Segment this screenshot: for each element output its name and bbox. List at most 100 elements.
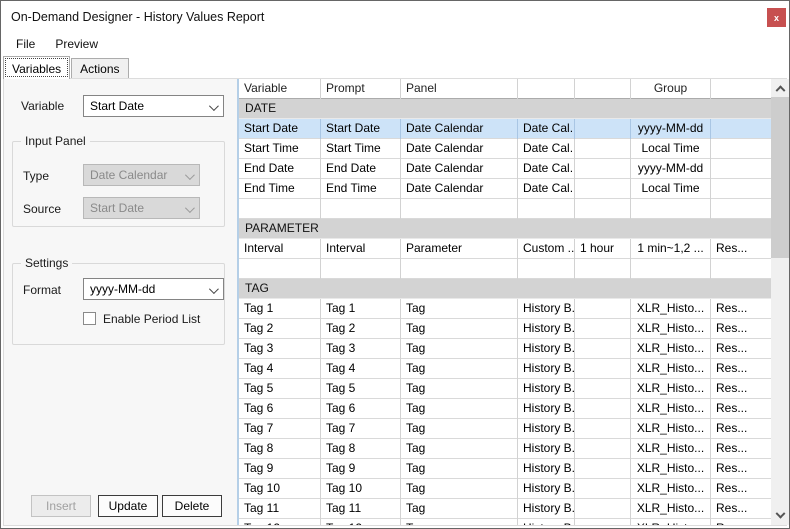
table-cell: yyyy-MM-dd [631,159,711,179]
table-row[interactable] [239,199,771,219]
table-cell: 1 hour [575,239,631,259]
variable-label: Variable [21,99,65,113]
table-row[interactable]: Tag 11Tag 11TagHistory B...XLR_Histo...R… [239,499,771,519]
table-row[interactable]: Start Time Start Time Date Calendar Date Ca… [239,139,771,159]
input-panel-title: Input Panel [21,134,90,148]
table-cell: History B... [518,359,575,379]
table-cell: XLR_Histo... [631,479,711,499]
table-cell: Tag 8 [321,439,401,459]
table-cell: Tag [401,419,518,439]
enable-period-list-checkbox[interactable] [83,312,96,325]
table-cell: History B... [518,459,575,479]
table-cell: Date Cal... [518,159,575,179]
table-cell [575,399,631,419]
variables-grid: Variable Prompt Panel Group DATE Start Date S… [237,79,771,525]
table-cell: Tag [401,359,518,379]
column-header-blank-4[interactable] [575,79,631,99]
table-cell [401,199,518,219]
column-header-prompt[interactable]: Prompt [321,79,401,99]
section-row-tag: TAG [239,279,771,299]
column-header-panel[interactable]: Panel [401,79,518,99]
table-row[interactable]: Interval Interval Parameter Custom ... 1 hou… [239,239,771,259]
table-row[interactable]: End Time End Time Date Calendar Date Cal...… [239,179,771,199]
table-cell: XLR_Histo... [631,459,711,479]
menu-file[interactable]: File [6,34,45,54]
grid-body: DATE Start Date Start Date Date Calendar Dat… [239,99,771,525]
table-cell: Tag 12 [239,519,321,525]
table-cell: Tag 9 [321,459,401,479]
table-cell [575,199,631,219]
table-row[interactable]: Tag 2Tag 2TagHistory B...XLR_Histo...Res… [239,319,771,339]
table-row[interactable]: Tag 1Tag 1TagHistory B...XLR_Histo...Res… [239,299,771,319]
scrollbar-thumb[interactable] [771,97,789,258]
table-cell: End Time [321,179,401,199]
table-cell [711,139,771,159]
table-row[interactable] [239,259,771,279]
scroll-down-button[interactable] [771,508,789,525]
table-cell [575,259,631,279]
table-cell: Tag 5 [321,379,401,399]
source-combobox: Start Date [83,197,200,219]
table-row[interactable]: Tag 4Tag 4TagHistory B...XLR_Histo...Res… [239,359,771,379]
update-button[interactable]: Update [98,495,158,517]
menu-preview[interactable]: Preview [45,34,108,54]
table-cell: Tag 5 [239,379,321,399]
table-row[interactable]: Tag 3Tag 3TagHistory B...XLR_Histo...Res… [239,339,771,359]
column-header-variable[interactable]: Variable [239,79,321,99]
tab-variables[interactable]: Variables [3,56,71,79]
table-cell: Tag [401,479,518,499]
table-cell: XLR_Histo... [631,299,711,319]
table-cell: Tag [401,439,518,459]
variable-combobox[interactable]: Start Date [83,95,224,117]
table-row[interactable]: Start Date Start Date Date Calendar Date Ca… [239,119,771,139]
scroll-up-button[interactable] [771,79,789,96]
table-cell [321,259,401,279]
table-cell: Res... [716,461,748,475]
table-row[interactable]: Tag 5Tag 5TagHistory B...XLR_Histo...Res… [239,379,771,399]
tab-actions[interactable]: Actions [71,58,129,78]
table-cell [575,479,631,499]
column-header-blank-6[interactable] [711,79,771,99]
table-cell: History B... [518,399,575,419]
table-row[interactable]: Tag 8Tag 8TagHistory B...XLR_Histo...Res… [239,439,771,459]
table-cell: Res... [716,241,748,255]
table-cell: Tag 1 [321,299,401,319]
format-combobox[interactable]: yyyy-MM-dd [83,278,224,300]
table-cell: Tag [401,459,518,479]
table-row[interactable]: Tag 6Tag 6TagHistory B...XLR_Histo...Res… [239,399,771,419]
table-cell: XLR_Histo... [631,419,711,439]
table-cell: History B... [518,479,575,499]
table-cell: Date Calendar [401,159,518,179]
table-cell: History B... [518,339,575,359]
table-cell: Date Cal... [518,179,575,199]
column-header-group[interactable]: Group [631,79,711,99]
table-cell: XLR_Histo... [631,439,711,459]
vertical-scrollbar[interactable] [771,79,789,525]
source-combobox-value: Start Date [90,201,145,215]
table-row[interactable]: Tag 12Tag 12TagHistory B...XLR_Histo...R… [239,519,771,525]
table-cell: XLR_Histo... [631,399,711,419]
table-cell: Start Time [239,139,321,159]
table-row[interactable]: End Date End Date Date Calendar Date Cal...… [239,159,771,179]
table-cell: Tag [401,339,518,359]
table-row[interactable]: Tag 7Tag 7TagHistory B...XLR_Histo...Res… [239,419,771,439]
table-cell: Res... [716,421,748,435]
table-cell: Tag 11 [239,499,321,519]
table-row[interactable]: Tag 9Tag 9TagHistory B...XLR_Histo...Res… [239,459,771,479]
table-cell [711,159,771,179]
close-icon: x [773,12,779,23]
delete-button[interactable]: Delete [162,495,222,517]
table-cell: History B... [518,379,575,399]
table-cell: History B... [518,499,575,519]
table-cell: XLR_Histo... [631,379,711,399]
grid-header-row: Variable Prompt Panel Group [239,79,771,99]
table-cell: Tag 7 [239,419,321,439]
table-row[interactable]: Tag 10Tag 10TagHistory B...XLR_Histo...R… [239,479,771,499]
source-label: Source [23,202,62,216]
table-cell: Tag 2 [321,319,401,339]
table-cell [575,339,631,359]
table-cell: Tag 12 [321,519,401,525]
close-button[interactable]: x [767,8,786,27]
column-header-blank-3[interactable] [518,79,575,99]
table-cell: Local Time [631,179,711,199]
